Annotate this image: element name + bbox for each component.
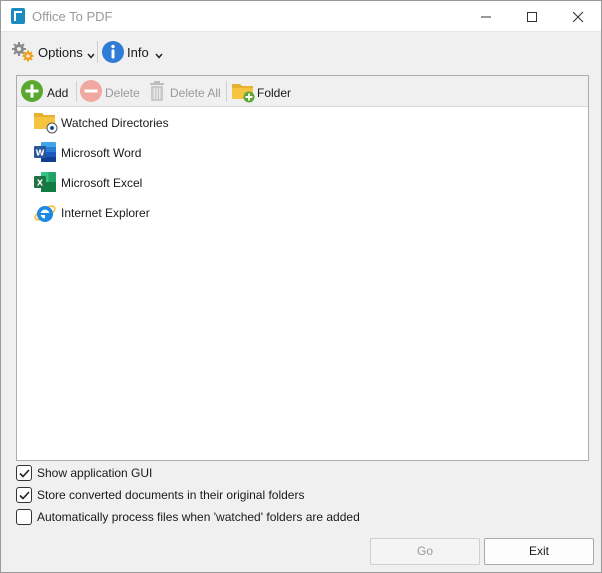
- show-gui-option[interactable]: Show application GUI: [16, 464, 586, 482]
- add-folder-button-label: Folder: [257, 86, 292, 100]
- excel-icon: X: [33, 171, 57, 193]
- minimize-button[interactable]: [463, 1, 509, 32]
- tree-item-label: Watched Directories: [61, 116, 169, 130]
- info-icon: [101, 40, 125, 67]
- delete-all-button[interactable]: Delete All: [146, 79, 225, 104]
- add-folder-button[interactable]: Folder: [229, 79, 293, 104]
- button-bar: Go Exit: [1, 530, 601, 572]
- maximize-button[interactable]: [509, 1, 555, 32]
- tree-item-microsoft-excel[interactable]: X Microsoft Excel: [33, 168, 333, 194]
- panel-toolbar: Add Delete Delete All Folder: [17, 76, 588, 107]
- go-button[interactable]: Go: [370, 538, 480, 565]
- maximize-icon: [527, 12, 537, 22]
- checkmark-icon: [19, 469, 30, 478]
- add-button[interactable]: Add: [20, 79, 75, 104]
- tree-item-label: Microsoft Excel: [61, 176, 143, 190]
- menu-bar: Options Info: [1, 33, 601, 71]
- gears-icon: [11, 41, 35, 66]
- close-button[interactable]: [555, 1, 601, 32]
- close-icon: [572, 11, 584, 23]
- info-menu-label: Info: [127, 45, 149, 60]
- store-original-option[interactable]: Store converted documents in their origi…: [16, 486, 586, 504]
- exit-button[interactable]: Exit: [484, 538, 594, 565]
- checkmark-icon: [19, 491, 30, 500]
- delete-all-button-label: Delete All: [170, 86, 221, 100]
- options-menu-label: Options: [38, 45, 83, 60]
- auto-process-label: Automatically process files when 'watche…: [37, 510, 360, 524]
- minimize-icon: [481, 16, 491, 18]
- tree-item-internet-explorer[interactable]: Internet Explorer: [33, 198, 333, 224]
- toolbar-divider: [226, 81, 227, 102]
- tree-item-watched-directories[interactable]: Watched Directories: [33, 108, 333, 134]
- tree-item-label: Internet Explorer: [61, 206, 150, 220]
- chevron-down-icon: [87, 48, 95, 62]
- svg-text:X: X: [37, 179, 44, 188]
- store-original-label: Store converted documents in their origi…: [37, 488, 305, 502]
- delete-icon: [79, 79, 103, 106]
- delete-button-label: Delete: [105, 86, 140, 100]
- word-icon: W: [33, 141, 57, 163]
- window-title: Office To PDF: [32, 9, 113, 24]
- info-menu[interactable]: Info: [100, 39, 166, 65]
- tree-item-label: Microsoft Word: [61, 146, 142, 160]
- add-button-label: Add: [47, 86, 69, 100]
- add-icon: [20, 79, 44, 106]
- add-folder-icon: [231, 80, 257, 107]
- office-to-pdf-window: Office To PDF Options Info Add Delete De…: [0, 0, 602, 573]
- app-icon: [10, 8, 26, 24]
- converter-panel: Add Delete Delete All Folder Watched Dir…: [16, 75, 589, 461]
- auto-process-option[interactable]: Automatically process files when 'watche…: [16, 508, 586, 526]
- title-bar: Office To PDF: [1, 1, 601, 32]
- delete-button[interactable]: Delete: [77, 79, 143, 104]
- store-original-checkbox[interactable]: [16, 487, 32, 503]
- trash-icon: [148, 80, 166, 105]
- show-gui-checkbox[interactable]: [16, 465, 32, 481]
- svg-text:W: W: [36, 149, 45, 158]
- internet-explorer-icon: [33, 201, 57, 223]
- tree-item-microsoft-word[interactable]: W Microsoft Word: [33, 138, 333, 164]
- menu-divider: [97, 41, 98, 63]
- auto-process-checkbox[interactable]: [16, 509, 32, 525]
- chevron-down-icon: [155, 48, 163, 62]
- show-gui-label: Show application GUI: [37, 466, 153, 480]
- watched-folder-icon: [33, 111, 58, 134]
- options-menu[interactable]: Options: [9, 39, 97, 65]
